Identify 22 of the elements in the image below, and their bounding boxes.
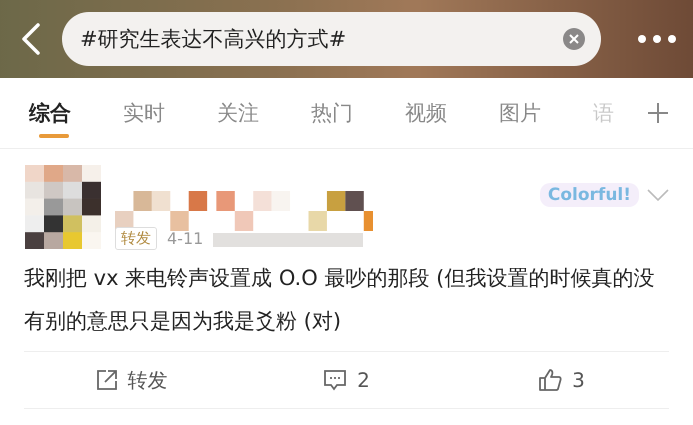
tab[interactable]: 热门 [311,78,405,148]
comment-icon [323,369,348,391]
action-button[interactable]: 2 [239,368,454,392]
share-icon [96,369,118,391]
back-icon[interactable] [20,22,42,56]
tab[interactable]: 关注 [217,78,311,148]
repost-tag: 转发 [115,227,157,250]
action-button[interactable]: 3 [454,368,669,392]
more-icon[interactable] [637,34,677,44]
clear-icon[interactable] [563,28,585,50]
add-icon[interactable] [647,102,669,124]
chevron-down-icon[interactable] [647,189,669,201]
colorful-badge: Colorful! [540,183,639,207]
tab[interactable]: 图片 [499,78,593,148]
tab[interactable]: 视频 [405,78,499,148]
tab[interactable]: 综合 [29,78,123,148]
action-button[interactable]: 转发 [24,366,239,394]
thumbs-up-icon [538,368,562,392]
post-date: 4-11 [167,229,204,248]
search-field[interactable]: #研究生表达不高兴的方式# [62,12,601,66]
tab[interactable]: 实时 [123,78,217,148]
post-text: 我刚把 vx 来电铃声设置成 O.O 最吵的那段 (但我设置的时候真的没有别的意思只是因为我是爻粉 (对) [23,265,656,335]
